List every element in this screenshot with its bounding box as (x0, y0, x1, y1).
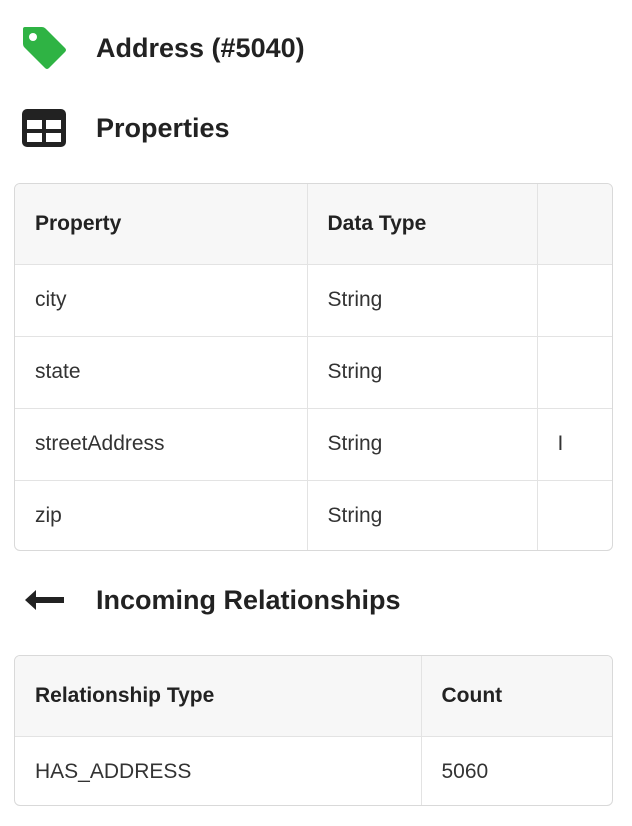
tag-icon (20, 23, 70, 73)
incoming-relationships-table: Relationship Type Count HAS_ADDRESS 5060 (14, 655, 613, 806)
page: Address (#5040) Properties Property Data… (0, 0, 632, 826)
relationship-count: 5060 (441, 760, 489, 784)
table-row: HAS_ADDRESS 5060 (15, 736, 612, 805)
table-row: zip String (15, 480, 612, 550)
table-header-row: Relationship Type Count (15, 656, 612, 737)
property-name: city (15, 264, 308, 337)
table-row: state String (15, 336, 612, 409)
property-extra (537, 336, 612, 409)
table-row: streetAddress String I (15, 408, 612, 481)
properties-heading: Properties (20, 103, 230, 153)
property-extra (537, 480, 612, 550)
relationship-type: HAS_ADDRESS (15, 736, 422, 805)
properties-table: Property Data Type city String state Str… (14, 183, 613, 551)
table-header-row: Property Data Type (15, 184, 612, 265)
property-extra: I (537, 408, 612, 481)
column-header-property[interactable]: Property (15, 184, 308, 265)
properties-title: Properties (96, 112, 230, 143)
column-header-relationship-type[interactable]: Relationship Type (15, 656, 422, 737)
property-type: String (307, 408, 538, 481)
column-header-count[interactable]: Count (421, 656, 612, 737)
property-type: String (307, 480, 538, 550)
property-type: String (307, 336, 538, 409)
property-name: zip (15, 480, 308, 550)
property-type: String (307, 264, 538, 337)
table-row: city String (15, 264, 612, 337)
arrow-left-icon (20, 575, 70, 625)
table-icon (20, 103, 70, 153)
incoming-relationships-title: Incoming Relationships (96, 584, 401, 615)
column-header-data-type[interactable]: Data Type (307, 184, 538, 265)
incoming-relationships-heading: Incoming Relationships (20, 575, 401, 625)
node-heading: Address (#5040) (20, 23, 305, 73)
column-header-extra (537, 184, 612, 265)
property-name: state (15, 336, 308, 409)
property-extra (537, 264, 612, 337)
node-title: Address (#5040) (96, 32, 305, 63)
property-name: streetAddress (15, 408, 308, 481)
